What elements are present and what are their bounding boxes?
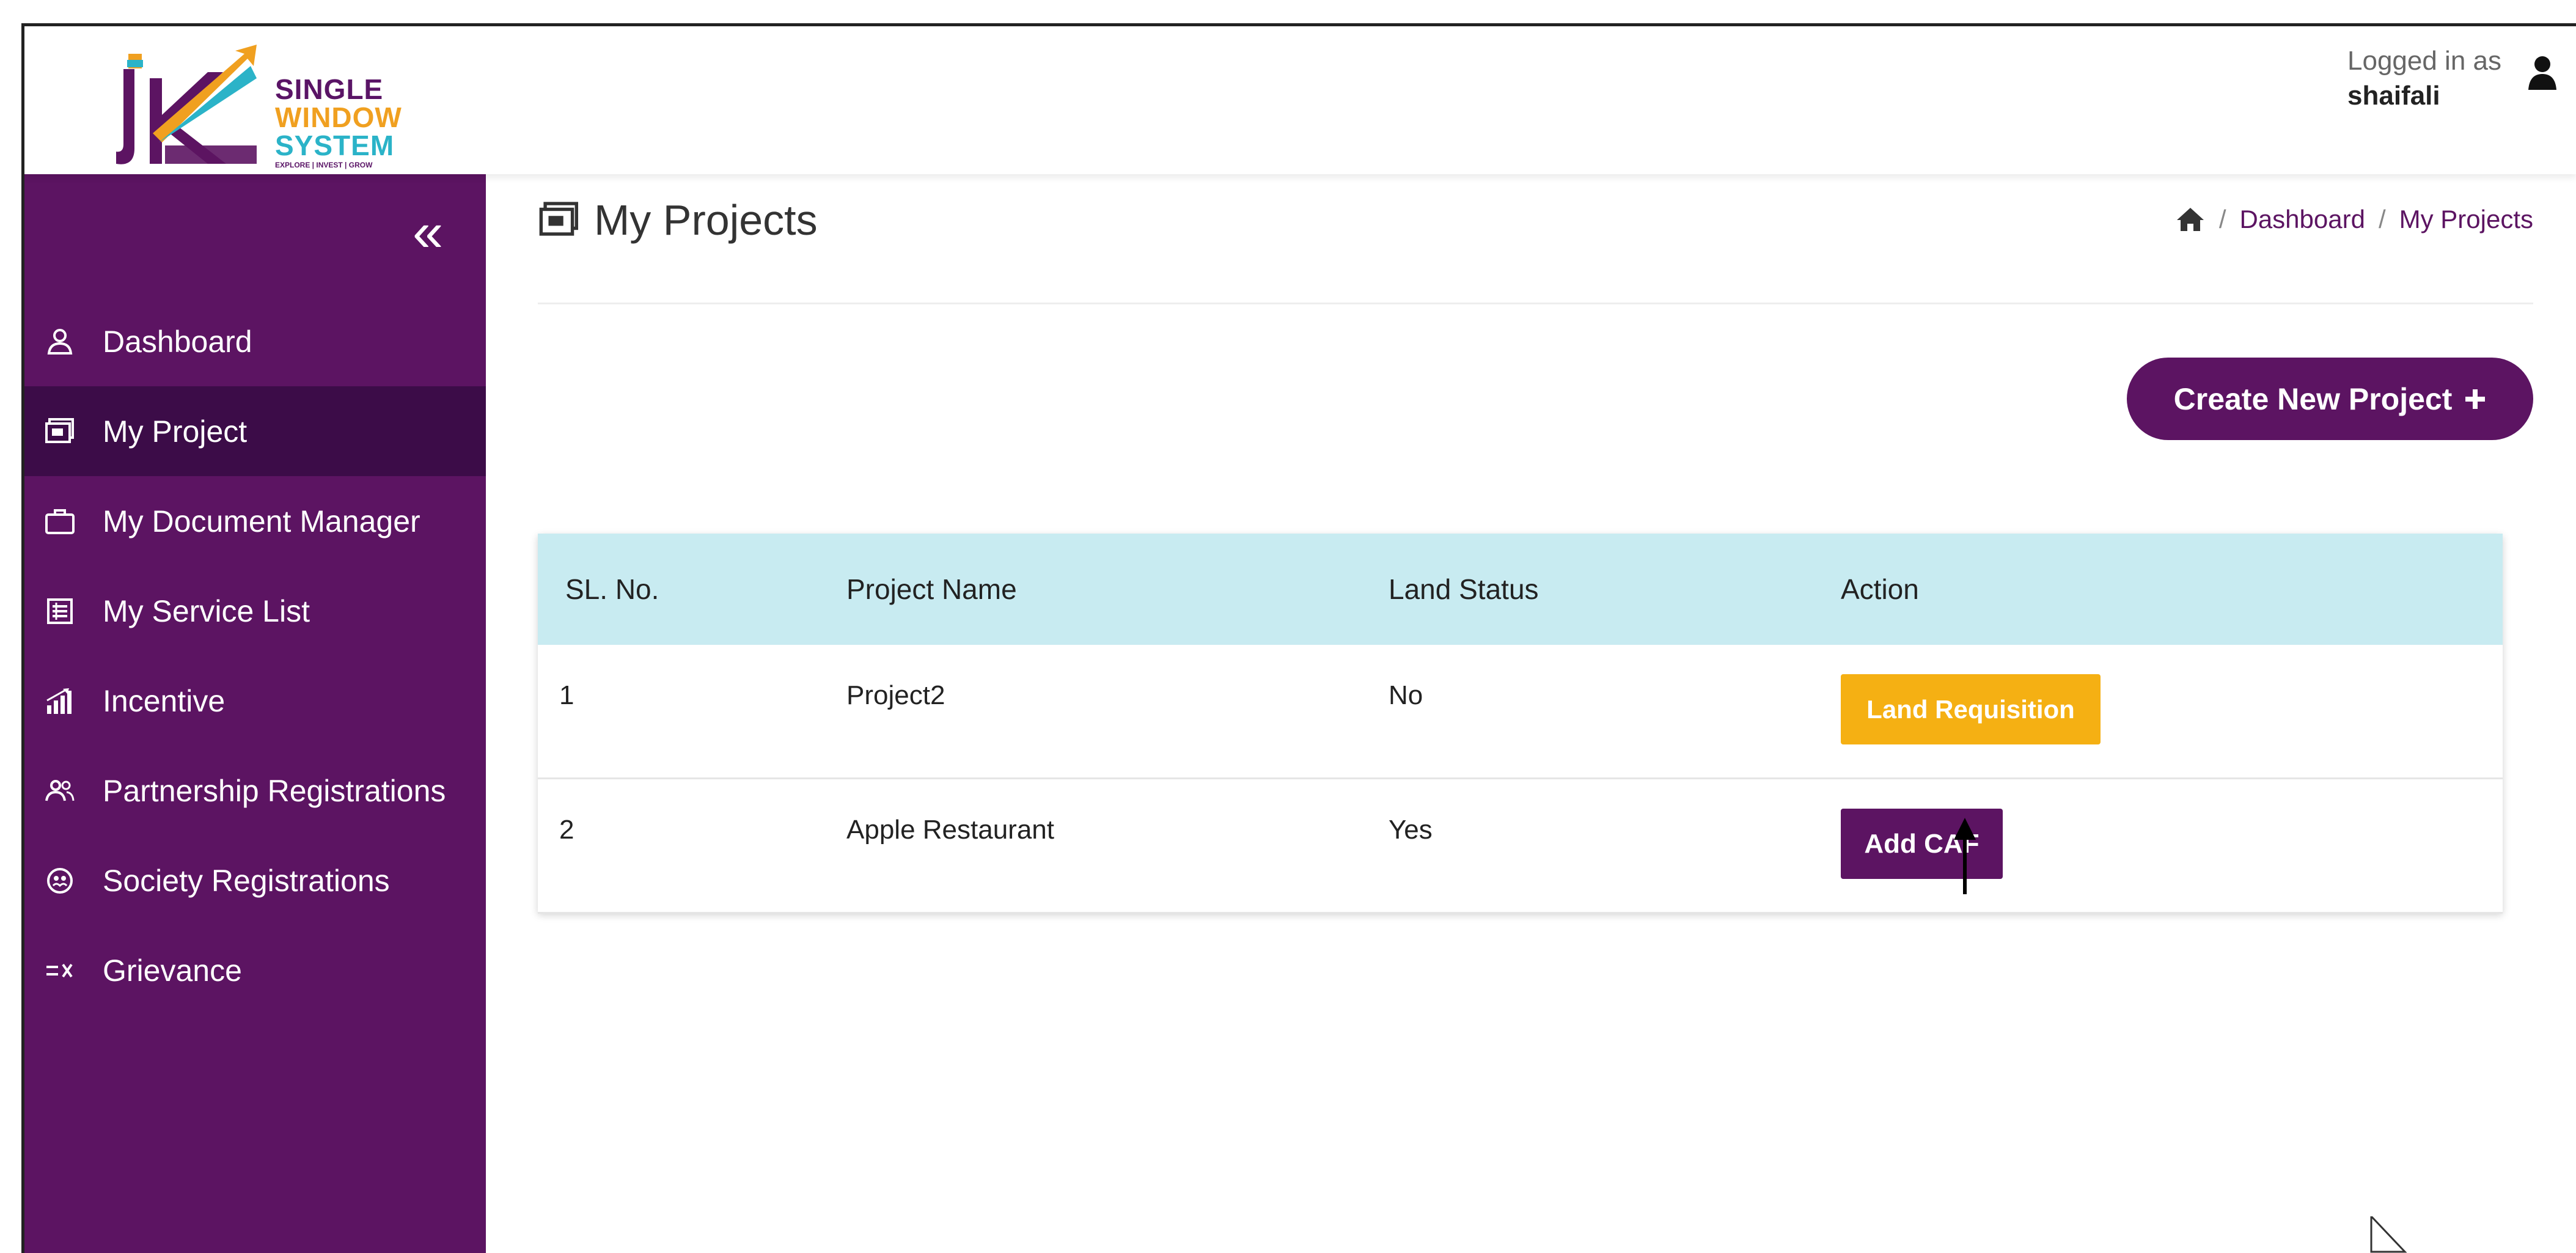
home-icon[interactable] [2175,206,2206,233]
breadcrumb-separator: / [2218,205,2226,233]
sidebar-item-my-project[interactable]: My Project [24,386,486,476]
sidebar-menu: Dashboard My Project My Document Manager… [24,296,486,1015]
group-icon [42,773,78,809]
projects-icon [539,202,579,236]
cell-project-name: Apple Restaurant [846,815,1054,845]
cell-land-status: Yes [1389,815,1433,845]
logged-in-label: Logged in as [2347,46,2501,76]
page-title-text: My Projects [594,196,818,244]
breadcrumb-dashboard[interactable]: Dashboard [2239,205,2365,234]
sidebar-item-label: My Document Manager [103,504,420,538]
double-chevron-left-icon[interactable]: « [403,205,452,260]
main-content: My Projects / Dashboard / My Projects Cr… [486,174,2576,1253]
user-icon [42,323,78,360]
header-land-status: Land Status [1389,573,1539,605]
user-icon[interactable] [2527,54,2558,91]
header-action: Action [1841,573,1919,605]
sidebar-item-label: My Project [103,414,248,449]
sidebar-item-label: Partnership Registrations [103,773,446,808]
sidebar-item-my-document-manager[interactable]: My Document Manager [24,476,486,566]
sidebar: « Dashboard My Project My Document Manag… [24,174,486,1253]
breadcrumb-separator: / [2378,205,2386,233]
arrow-up-cursor-icon [1954,818,1976,894]
sidebar-item-label: My Service List [103,593,310,628]
sidebar-item-grievance[interactable]: Grievance [24,925,486,1015]
create-new-project-label: Create New Project [2173,381,2453,416]
sidebar-item-label: Dashboard [103,324,252,359]
sidebar-item-incentive[interactable]: Incentive [24,656,486,746]
cell-land-status: No [1389,680,1423,710]
sidebar-item-society-registrations[interactable]: Society Registrations [24,836,486,925]
sidebar-item-my-service-list[interactable]: My Service List [24,566,486,656]
title-divider [538,303,2533,304]
header-sl-no: SL. No. [565,573,659,605]
sidebar-item-label: Grievance [103,953,242,988]
land-requisition-button[interactable]: Land Requisition [1841,674,2101,744]
sidebar-item-label: Incentive [103,683,226,718]
chart-icon [42,683,78,719]
user-info[interactable]: Logged in as shaifali [2347,45,2558,114]
sidebar-item-partnership-registrations[interactable]: Partnership Registrations [24,746,486,836]
sidebar-item-label: Society Registrations [103,863,390,898]
society-icon [42,862,78,899]
brand-line-2: WINDOW [275,101,402,133]
header-project-name: Project Name [846,573,1017,605]
username: shaifali [2347,81,2440,111]
plus-icon [2465,389,2486,409]
projects-table: SL. No. Project Name Land Status Action … [538,534,2503,914]
grievance-icon [42,952,78,989]
jk-logo-mark-icon [116,45,257,164]
brand-line-3: SYSTEM [275,130,395,161]
mouse-pointer-icon [2370,1216,2407,1253]
app-frame: SINGLE WINDOW SYSTEM EXPLORE | INVEST | … [21,23,2576,1253]
page-title: My Projects [538,196,818,244]
table-row: 1 Project2 No Land Requisition [538,645,2503,779]
table-row: 2 Apple Restaurant Yes Add CAF [538,779,2503,914]
top-header: SINGLE WINDOW SYSTEM EXPLORE | INVEST | … [24,26,2576,174]
cell-sl-no: 1 [559,680,574,710]
add-caf-button[interactable]: Add CAF [1841,809,2003,879]
cell-sl-no: 2 [559,815,574,845]
projects-icon [42,413,78,450]
table-header: SL. No. Project Name Land Status Action [538,534,2503,645]
list-icon [42,593,78,630]
cell-project-name: Project2 [846,680,945,710]
sidebar-item-dashboard[interactable]: Dashboard [24,296,486,386]
breadcrumb-my-projects: My Projects [2399,205,2533,233]
create-new-project-button[interactable]: Create New Project [2127,358,2533,440]
brand-logo[interactable]: SINGLE WINDOW SYSTEM EXPLORE | INVEST | … [104,42,446,170]
briefcase-icon [42,503,78,540]
brand-line-1: SINGLE [275,73,384,105]
breadcrumb: / Dashboard / My Projects [2175,205,2533,234]
